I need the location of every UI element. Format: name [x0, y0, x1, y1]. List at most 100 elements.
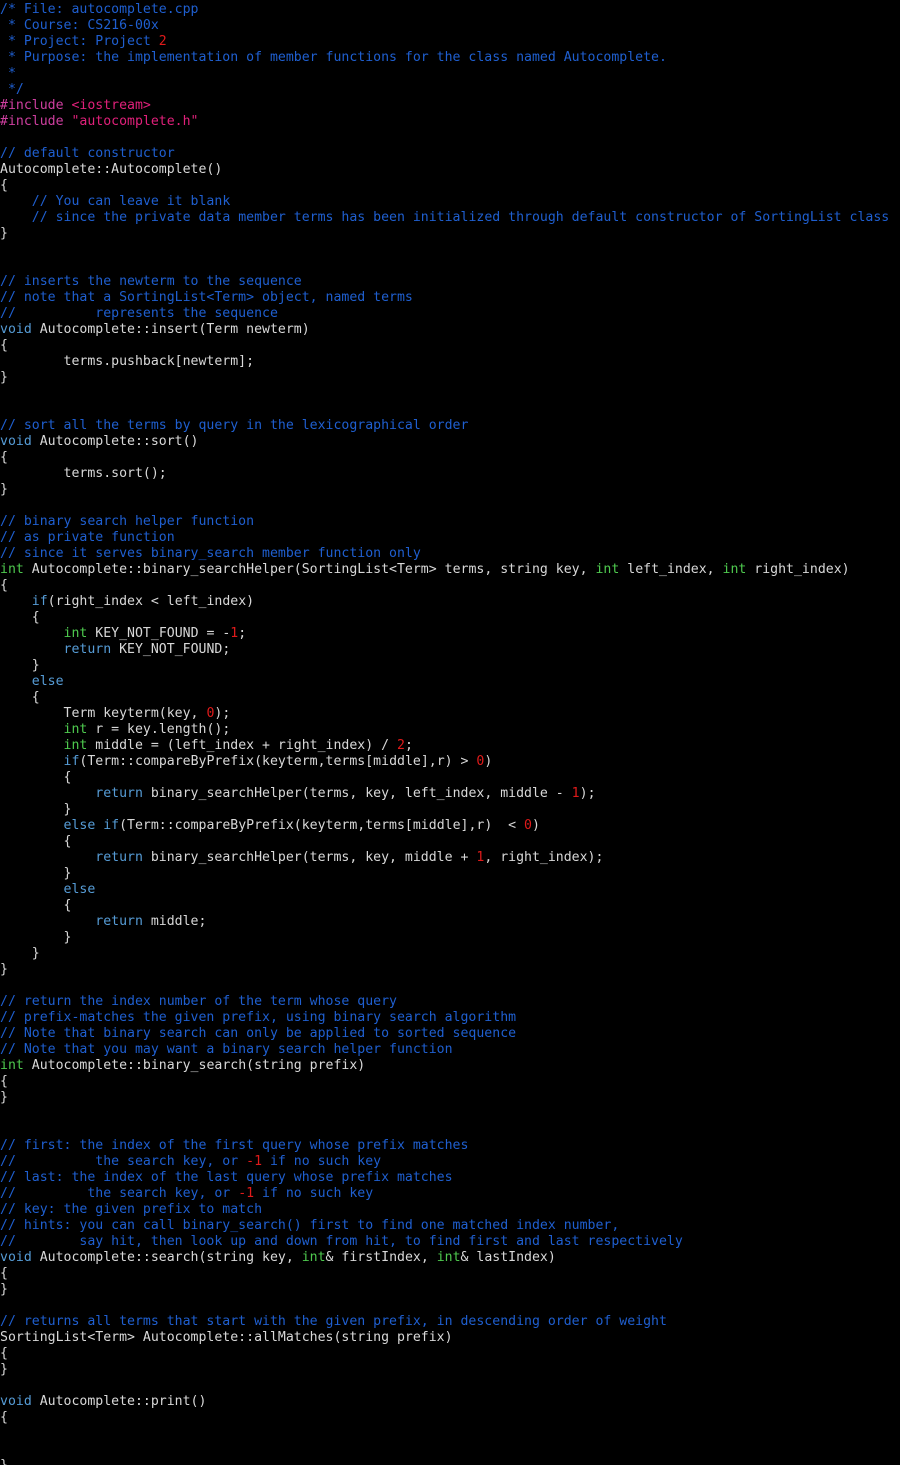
code-line[interactable]: int KEY_NOT_FOUND = -1; [0, 626, 900, 642]
code-line[interactable]: } [0, 658, 900, 674]
code-line[interactable] [0, 978, 900, 994]
code-line[interactable]: { [0, 770, 900, 786]
code-line[interactable]: } [0, 1362, 900, 1378]
code-line[interactable]: // first: the index of the first query w… [0, 1138, 900, 1154]
code-line[interactable]: { [0, 338, 900, 354]
code-line[interactable]: SortingList<Term> Autocomplete::allMatch… [0, 1330, 900, 1346]
code-line[interactable]: void Autocomplete::insert(Term newterm) [0, 322, 900, 338]
code-line[interactable]: else if(Term::compareByPrefix(keyterm,te… [0, 818, 900, 834]
code-line[interactable]: } [0, 1090, 900, 1106]
code-line[interactable]: return binary_searchHelper(terms, key, m… [0, 850, 900, 866]
code-line[interactable]: void Autocomplete::print() [0, 1394, 900, 1410]
code-line[interactable] [0, 498, 900, 514]
code-line[interactable]: // represents the sequence [0, 306, 900, 322]
code-line[interactable]: { [0, 1074, 900, 1090]
code-line[interactable]: } [0, 1282, 900, 1298]
code-line[interactable]: void Autocomplete::sort() [0, 434, 900, 450]
code-token-string: "autocomplete.h" [71, 114, 199, 129]
code-line[interactable]: } [0, 802, 900, 818]
code-token-directive: #include [0, 114, 72, 129]
code-line[interactable] [0, 402, 900, 418]
code-line[interactable]: #include <iostream> [0, 98, 900, 114]
code-editor[interactable]: /* File: autocomplete.cpp * Course: CS21… [0, 0, 900, 1465]
code-line[interactable]: // as private function [0, 530, 900, 546]
code-line[interactable]: } [0, 226, 900, 242]
code-line[interactable] [0, 1298, 900, 1314]
code-token-plain: } [0, 962, 8, 977]
code-line[interactable]: terms.pushback[newterm]; [0, 354, 900, 370]
code-token-plain: Term keyterm(key, [0, 706, 207, 721]
code-line[interactable] [0, 1426, 900, 1442]
code-line[interactable]: // sort all the terms by query in the le… [0, 418, 900, 434]
code-line[interactable]: { [0, 1346, 900, 1362]
code-line[interactable]: * [0, 66, 900, 82]
code-line[interactable]: int Autocomplete::binary_search(string p… [0, 1058, 900, 1074]
code-line[interactable]: Term keyterm(key, 0); [0, 706, 900, 722]
code-line[interactable]: // prefix-matches the given prefix, usin… [0, 1010, 900, 1026]
code-line[interactable]: if(right_index < left_index) [0, 594, 900, 610]
code-line[interactable]: // Note that binary search can only be a… [0, 1026, 900, 1042]
code-line[interactable]: return binary_searchHelper(terms, key, l… [0, 786, 900, 802]
code-line[interactable]: } [0, 866, 900, 882]
code-line[interactable]: // default constructor [0, 146, 900, 162]
code-line[interactable]: #include "autocomplete.h" [0, 114, 900, 130]
code-line[interactable]: } [0, 930, 900, 946]
code-line[interactable]: { [0, 898, 900, 914]
code-line[interactable]: * Purpose: the implementation of member … [0, 50, 900, 66]
code-line[interactable]: { [0, 690, 900, 706]
code-line[interactable]: { [0, 450, 900, 466]
code-line[interactable]: // return the index number of the term w… [0, 994, 900, 1010]
code-line[interactable]: if(Term::compareByPrefix(keyterm,terms[m… [0, 754, 900, 770]
code-line[interactable]: } [0, 946, 900, 962]
code-line[interactable]: return middle; [0, 914, 900, 930]
code-line[interactable]: void Autocomplete::search(string key, in… [0, 1250, 900, 1266]
code-line[interactable]: { [0, 1266, 900, 1282]
code-line[interactable] [0, 386, 900, 402]
code-line[interactable]: // since it serves binary_search member … [0, 546, 900, 562]
code-line[interactable]: Autocomplete::Autocomplete() [0, 162, 900, 178]
code-line[interactable]: else [0, 882, 900, 898]
code-line[interactable]: // binary search helper function [0, 514, 900, 530]
code-line[interactable]: { [0, 834, 900, 850]
code-line[interactable]: { [0, 578, 900, 594]
code-line[interactable]: else [0, 674, 900, 690]
code-line[interactable]: // say hit, then look up and down from h… [0, 1234, 900, 1250]
code-line[interactable] [0, 1378, 900, 1394]
code-line[interactable]: // returns all terms that start with the… [0, 1314, 900, 1330]
code-line[interactable]: * Course: CS216-00x [0, 18, 900, 34]
code-line[interactable]: // key: the given prefix to match [0, 1202, 900, 1218]
code-line[interactable]: * Project: Project 2 [0, 34, 900, 50]
code-line[interactable]: } [0, 370, 900, 386]
code-line[interactable]: { [0, 610, 900, 626]
code-line[interactable] [0, 1106, 900, 1122]
code-line[interactable]: /* File: autocomplete.cpp [0, 2, 900, 18]
code-line[interactable] [0, 1122, 900, 1138]
code-line[interactable] [0, 130, 900, 146]
code-line[interactable] [0, 242, 900, 258]
code-line[interactable]: // the search key, or -1 if no such key [0, 1154, 900, 1170]
code-line[interactable]: { [0, 1410, 900, 1426]
code-line[interactable]: // Note that you may want a binary searc… [0, 1042, 900, 1058]
code-line[interactable]: // hints: you can call binary_search() f… [0, 1218, 900, 1234]
code-line[interactable]: */ [0, 82, 900, 98]
code-line[interactable]: int middle = (left_index + right_index) … [0, 738, 900, 754]
code-line[interactable]: // You can leave it blank [0, 194, 900, 210]
code-line[interactable]: int Autocomplete::binary_searchHelper(So… [0, 562, 900, 578]
code-line[interactable]: } [0, 962, 900, 978]
code-line[interactable] [0, 258, 900, 274]
code-line[interactable]: // note that a SortingList<Term> object,… [0, 290, 900, 306]
code-line[interactable]: terms.sort(); [0, 466, 900, 482]
code-token-plain: right_index) [746, 562, 850, 577]
code-line[interactable]: } [0, 1458, 900, 1465]
code-line[interactable]: // inserts the newterm to the sequence [0, 274, 900, 290]
code-line[interactable] [0, 1442, 900, 1458]
code-line[interactable]: { [0, 178, 900, 194]
code-line[interactable]: } [0, 482, 900, 498]
code-line[interactable]: // the search key, or -1 if no such key [0, 1186, 900, 1202]
code-line[interactable]: // last: the index of the last query who… [0, 1170, 900, 1186]
code-token-comment: // inserts the newterm to the sequence [0, 274, 302, 289]
code-line[interactable]: int r = key.length(); [0, 722, 900, 738]
code-line[interactable]: return KEY_NOT_FOUND; [0, 642, 900, 658]
code-line[interactable]: // since the private data member terms h… [0, 210, 900, 226]
